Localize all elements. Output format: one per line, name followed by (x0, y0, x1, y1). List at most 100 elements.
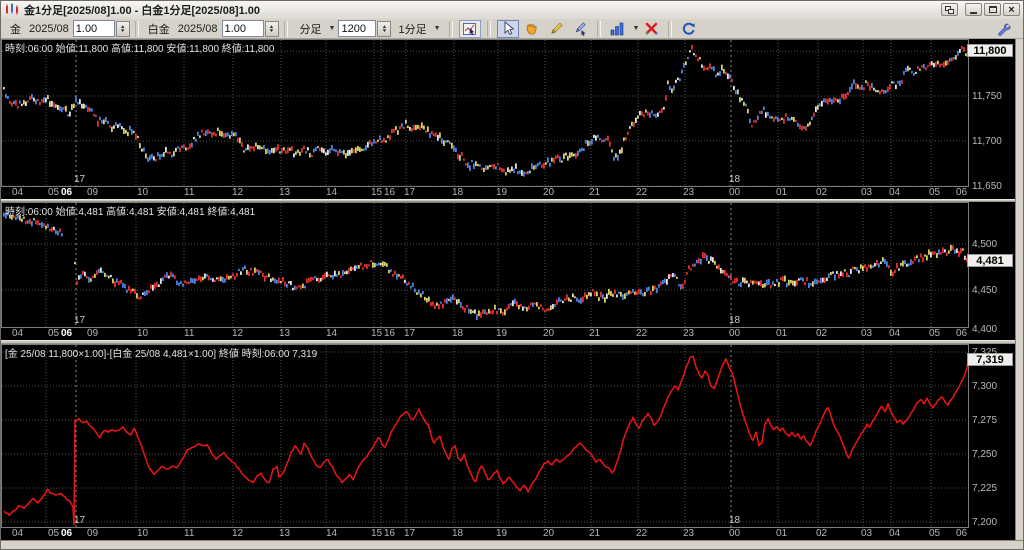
time-axis-label: 14 (326, 528, 337, 539)
time-axis-label: 21 (589, 528, 600, 539)
gold-ratio-input[interactable] (73, 20, 115, 37)
chart-type-button[interactable] (607, 20, 629, 38)
time-axis-label: 21 (589, 328, 600, 339)
cursor-arrow-icon (501, 21, 515, 36)
current-price-box: 11,800 (967, 44, 1013, 57)
time-axis-label: 04 (12, 328, 23, 339)
time-axis-label: 05 (929, 328, 940, 339)
time-axis-label: 01 (776, 528, 787, 539)
pan-hand-tool-button[interactable] (521, 20, 543, 38)
time-axis-label: 10 (137, 328, 148, 339)
chart-window: 金1分足[2025/08]1.00 - 白金1分足[2025/08]1.00 ×… (0, 0, 1024, 550)
time-axis-label: 06 (956, 187, 967, 198)
time-axis-label: 16 (384, 528, 395, 539)
time-axis-label: 20 (543, 328, 554, 339)
refresh-button[interactable] (678, 20, 700, 38)
minimize-button[interactable] (965, 3, 982, 16)
spread-line-panel: [金 25/08 11,800×1.00]-[白金 25/08 4,481×1.… (1, 344, 1015, 540)
bar-chart-icon (610, 21, 625, 36)
float-window-button[interactable] (941, 3, 958, 16)
time-axis-label: 11 (184, 187, 194, 198)
time-axis-label: 09 (87, 528, 98, 539)
bar-count-spinner[interactable]: ▲▼ (377, 21, 391, 37)
pen-select-tool-button[interactable] (569, 20, 591, 38)
toolbar-separator (135, 21, 139, 37)
candlestick-plot-svg (2, 203, 968, 327)
time-axis-label: 01 (776, 328, 787, 339)
time-axis-label: 12 (232, 528, 243, 539)
time-axis-label: 18 (452, 528, 463, 539)
price-tick-label: 11,750 (972, 91, 1002, 102)
chart-type-dropdown-arrow[interactable]: ▼ (633, 25, 640, 32)
spread-line-chart[interactable]: [金 25/08 11,800×1.00]-[白金 25/08 4,481×1.… (1, 344, 969, 528)
price-tick-label: 7,200 (972, 517, 997, 528)
toolbar-separator (597, 21, 601, 37)
data-window-tool-button[interactable] (459, 20, 481, 38)
time-axis-label: 00 (729, 187, 740, 198)
time-axis-label: 04 (889, 328, 900, 339)
toolbar-separator (668, 21, 672, 37)
delete-drawings-button[interactable] (640, 20, 662, 38)
time-axis-label: 14 (326, 328, 337, 339)
platinum-time-axis: 0405060910111213141516171819202122230001… (1, 328, 969, 340)
time-axis-label: 05 (929, 528, 940, 539)
time-axis-label: 06 (61, 328, 72, 339)
gold-ratio-spinner[interactable]: ▲▼ (116, 21, 130, 37)
current-price-box: 7,319 (967, 353, 1013, 366)
time-axis-label: 06 (61, 528, 72, 539)
gold-symbol-label: 金 (10, 21, 21, 37)
select-tool-button[interactable] (497, 20, 519, 38)
spread-time-axis: 0405060910111213141516171819202122230001… (1, 528, 969, 540)
close-button[interactable]: × (1003, 3, 1020, 16)
gold-candle-chart[interactable]: 時刻:06:00 始値:11,800 高値:11,800 安値:11,800 終… (1, 39, 969, 187)
platinum-symbol-label: 白金 (148, 21, 170, 37)
time-axis-label: 03 (861, 187, 872, 198)
time-axis-label: 05 (48, 187, 59, 198)
time-axis-label: 11 (184, 528, 194, 539)
time-axis-label: 03 (861, 328, 872, 339)
maximize-button[interactable] (984, 3, 1001, 16)
time-axis-label: 10 (137, 187, 148, 198)
title-bar[interactable]: 金1分足[2025/08]1.00 - 白金1分足[2025/08]1.00 × (1, 1, 1023, 20)
time-axis-label: 02 (816, 187, 827, 198)
time-axis-label: 04 (12, 528, 23, 539)
gold-info-line: 時刻:06:00 始値:11,800 高値:11,800 安値:11,800 終… (5, 40, 274, 55)
platinum-ratio-spinner[interactable]: ▲▼ (265, 21, 279, 37)
platinum-candle-chart[interactable]: 時刻:06:00 始値:4,481 高値:4,481 安値:4,481 終値:4… (1, 202, 969, 328)
platinum-contract-month: 2025/08 (178, 23, 218, 35)
platinum-candle-panel: 時刻:06:00 始値:4,481 高値:4,481 安値:4,481 終値:4… (1, 202, 1015, 340)
time-axis-label: 13 (279, 187, 290, 198)
price-tick-label: 11,700 (972, 136, 1002, 147)
bottom-frame-strip (1, 540, 1023, 550)
spread-price-axis: 7,3257,3007,2757,2507,2257,2007,319 (969, 344, 1015, 540)
time-axis-label: 13 (279, 528, 290, 539)
time-axis-label: 04 (889, 187, 900, 198)
time-axis-label: 20 (543, 528, 554, 539)
time-axis-label: 09 (87, 187, 98, 198)
time-axis-label: 22 (636, 328, 647, 339)
gold-time-axis: 0405060910111213141516171819202122230001… (1, 187, 969, 199)
pencil-draw-tool-button[interactable] (545, 20, 567, 38)
time-axis-label: 01 (776, 187, 787, 198)
platinum-ratio-input[interactable] (222, 20, 264, 37)
time-axis-label: 18 (452, 328, 463, 339)
time-axis-label: 19 (496, 528, 507, 539)
bar-count-input[interactable] (338, 20, 376, 37)
time-axis-label: 18 (452, 187, 463, 198)
date-marker-label: 18 (729, 315, 740, 326)
time-axis-label: 21 (589, 187, 600, 198)
time-axis-label: 13 (279, 328, 290, 339)
chart-region: 時刻:06:00 始値:11,800 高値:11,800 安値:11,800 終… (1, 39, 1015, 540)
right-frame-strip (1015, 39, 1024, 540)
current-price-box: 4,481 (967, 254, 1013, 267)
refresh-icon (681, 21, 697, 37)
timeframe-dropdown[interactable]: 1分足▼ (394, 21, 440, 37)
time-axis-label: 04 (12, 187, 23, 198)
price-tick-label: 7,225 (972, 483, 997, 494)
time-axis-label: 15 (371, 528, 382, 539)
platinum-info-line: 時刻:06:00 始値:4,481 高値:4,481 安値:4,481 終値:4… (5, 203, 255, 218)
period-type-dropdown[interactable]: 分足▼ (296, 21, 336, 37)
line-plot-svg (2, 345, 968, 527)
time-axis-label: 14 (326, 187, 337, 198)
time-axis-label: 11 (184, 328, 194, 339)
